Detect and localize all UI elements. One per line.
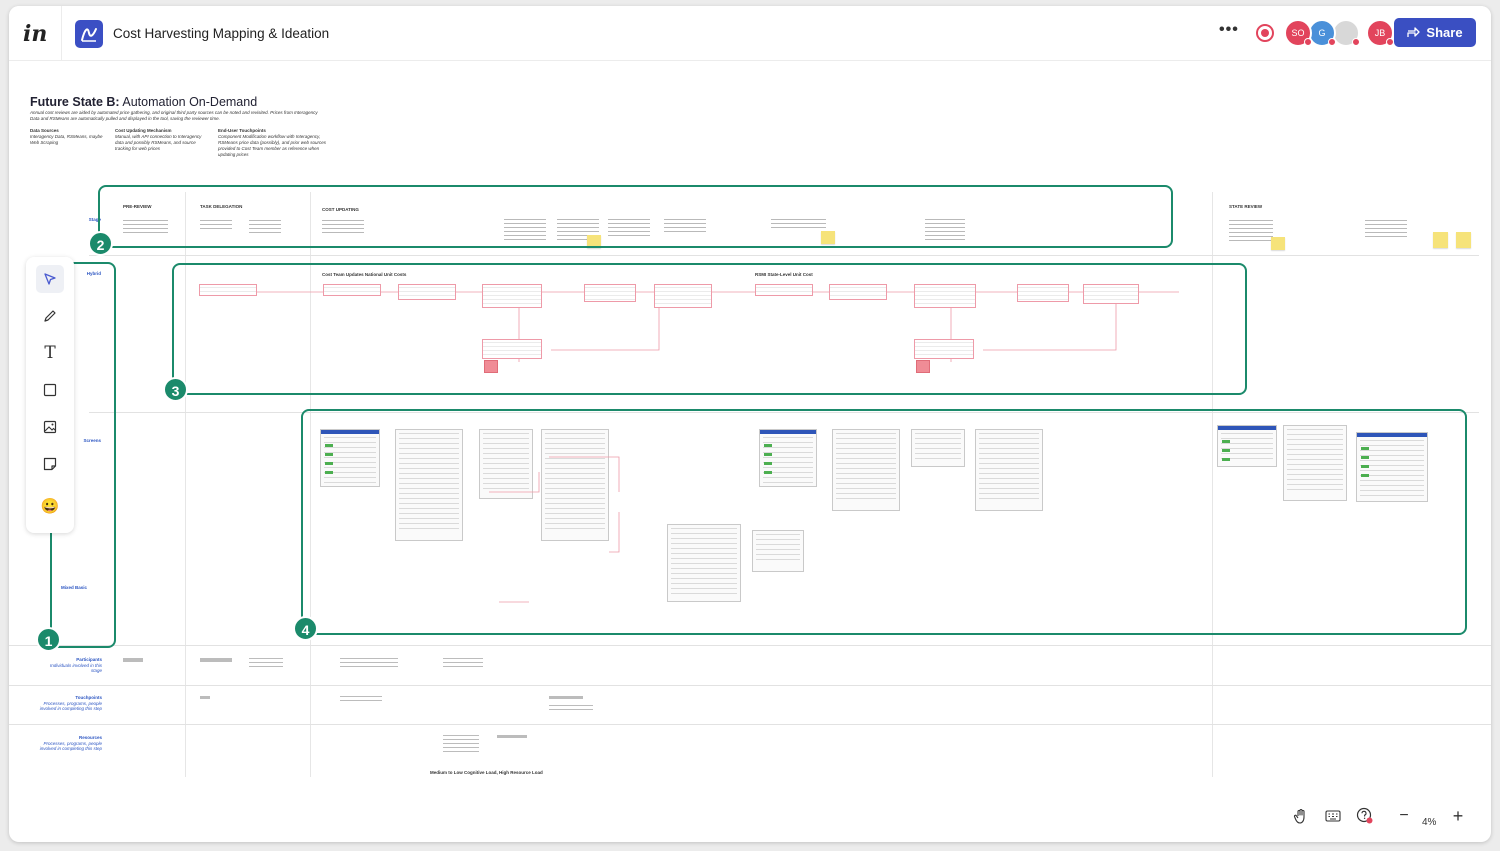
freehand-app-icon[interactable] — [75, 20, 103, 48]
info-text: Manual, with API connection to Interagen… — [115, 134, 202, 151]
lane-participants: Participants Individuals involved in this… — [47, 657, 102, 674]
lane-note — [549, 696, 583, 699]
record-icon[interactable] — [1256, 24, 1274, 42]
lane-note — [200, 696, 210, 699]
sticky-note[interactable] — [1271, 237, 1285, 250]
shape-tool[interactable] — [36, 376, 64, 404]
collaborator-avatar[interactable] — [1332, 19, 1360, 47]
callout-badge-1: 1 — [36, 627, 61, 652]
top-bar: in Cost Harvesting Mapping & Ideation ••… — [9, 6, 1491, 61]
board-title[interactable]: Cost Harvesting Mapping & Ideation — [113, 26, 329, 41]
highlight-region-2 — [98, 185, 1173, 248]
lane-divider — [9, 685, 1491, 686]
info-text: Interagency Data, RSMeans, maybe Web Scr… — [30, 134, 103, 145]
help-icon[interactable] — [1356, 807, 1374, 825]
lane-note — [443, 658, 483, 670]
whiteboard-canvas[interactable]: Future State B: Automation On-Demand Ann… — [9, 62, 1491, 842]
select-tool[interactable] — [36, 265, 64, 293]
hand-tool-icon[interactable] — [1292, 807, 1310, 825]
sticky-note-tool[interactable] — [36, 450, 64, 478]
info-data-sources: Data Sources Interagency Data, RSMeans, … — [30, 128, 110, 146]
app-window: in Cost Harvesting Mapping & Ideation ••… — [9, 6, 1491, 842]
lane-resources: Resources Processes, programs, people inv… — [29, 735, 102, 752]
rectangle-icon — [43, 383, 57, 397]
presence-dot — [1328, 38, 1336, 46]
presence-dot — [1352, 38, 1360, 46]
zoom-in-button[interactable]: + — [1450, 806, 1466, 826]
highlight-region-3 — [172, 263, 1247, 395]
pen-tool[interactable] — [36, 302, 64, 330]
board-subtitle: Annual cost reviews are aided by automat… — [30, 110, 318, 121]
stage-note — [1365, 220, 1407, 240]
cognitive-load-note: Medium to Low Cognitive Load, High Resou… — [430, 770, 543, 775]
lane-touchpoints: Touchpoints Processes, programs, people i… — [29, 695, 102, 712]
divider — [61, 6, 62, 61]
lane-note — [200, 658, 232, 662]
lane-note — [549, 705, 593, 713]
lane-note — [123, 658, 143, 662]
lane-divider — [9, 645, 1491, 646]
invision-logo[interactable]: in — [23, 21, 47, 47]
info-touchpoints: End-User Touchpoints Component Modificat… — [218, 128, 330, 158]
callout-badge-2: 2 — [88, 231, 113, 256]
sticky-note[interactable] — [1433, 232, 1448, 248]
lane-sub: Individuals involved in this stage — [49, 662, 102, 674]
collaborator-avatar[interactable]: SO — [1284, 19, 1312, 47]
sticky-note[interactable] — [1456, 232, 1471, 248]
avatar-initials: JB — [1374, 28, 1386, 38]
share-icon — [1407, 27, 1421, 37]
callout-badge-3: 3 — [163, 377, 188, 402]
lane-sub: Processes, programs, people involved in … — [39, 700, 102, 712]
phase-label: STATE REVIEW — [1229, 204, 1263, 209]
highlight-region-4 — [301, 409, 1467, 635]
collaborator-avatar[interactable]: G — [1308, 19, 1336, 47]
info-cost-mechanism: Cost Updating Mechanism Manual, with API… — [115, 128, 205, 152]
pencil-icon — [44, 310, 56, 322]
lane-divider — [89, 255, 1479, 256]
lane-note — [497, 735, 527, 738]
text-tool[interactable]: T — [36, 339, 64, 367]
callout-badge-4: 4 — [293, 616, 318, 641]
lane-note — [443, 735, 479, 753]
keyboard-shortcuts-icon[interactable] — [1324, 807, 1342, 825]
cursor-icon — [44, 273, 56, 285]
lane-divider — [9, 724, 1491, 725]
zoom-level[interactable]: 4% — [1422, 817, 1436, 828]
lane-note — [340, 696, 382, 704]
lane-note — [340, 658, 398, 670]
lane-sub: Processes, programs, people involved in … — [39, 740, 102, 752]
tool-palette: T 😀 — [26, 257, 74, 533]
board-heading: Future State B: Automation On-Demand — [30, 95, 257, 109]
avatar-initials: SO — [1291, 28, 1305, 38]
lane-note — [249, 658, 283, 670]
presence-dot — [1386, 38, 1394, 46]
sticky-note-icon — [43, 457, 57, 471]
image-tool[interactable] — [36, 413, 64, 441]
avatar-initials: G — [1318, 28, 1326, 38]
more-options-icon[interactable]: ••• — [1219, 21, 1239, 39]
info-text: Component Modification workflow with Int… — [218, 134, 327, 157]
image-icon — [43, 420, 57, 434]
collaborator-avatar[interactable]: JB — [1366, 19, 1394, 47]
share-button[interactable]: Share — [1394, 18, 1476, 47]
presence-dot — [1304, 38, 1312, 46]
heading-bold: Future State B: — [30, 95, 120, 109]
emoji-tool[interactable]: 😀 — [36, 492, 64, 520]
stage-note — [1229, 220, 1273, 244]
zoom-out-button[interactable]: − — [1396, 807, 1412, 825]
share-label: Share — [1426, 25, 1463, 40]
heading-rest: Automation On-Demand — [119, 95, 258, 109]
